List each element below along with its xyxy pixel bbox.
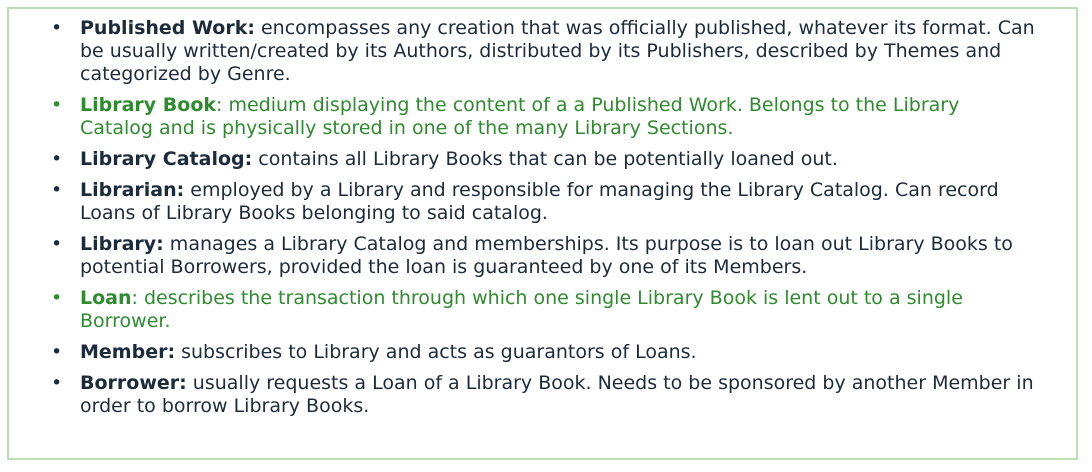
glossary-item-librarian: • Librarian: employed by a Library and r… [9,179,1076,225]
term-label: Librarian: [80,179,185,201]
definition-text: : describes the transaction through whic… [80,287,963,332]
glossary-item-published-work: • Published Work: encompasses any creati… [9,17,1076,86]
bullet-icon: • [51,287,63,309]
bullet-icon: • [51,341,63,363]
bullet-icon: • [51,372,63,394]
definition-text: usually requests a Loan of a Library Boo… [80,372,1034,417]
definition-text: subscribes to Library and acts as guaran… [175,341,697,363]
bullet-icon: • [51,17,63,39]
glossary-list: • Published Work: encompasses any creati… [9,17,1076,426]
bullet-icon: • [51,148,63,170]
glossary-item-member: • Member: subscribes to Library and acts… [9,341,1076,364]
bullet-icon: • [51,179,63,201]
definition-text: employed by a Library and responsible fo… [80,179,999,224]
term-label: Library Book [80,94,217,116]
glossary-item-loan: • Loan: describes the transaction throug… [9,287,1076,333]
term-label: Borrower: [80,372,187,394]
glossary-item-library: • Library: manages a Library Catalog and… [9,233,1076,279]
term-label: Library Catalog: [80,148,253,170]
bullet-icon: • [51,94,63,116]
definition-text: contains all Library Books that can be p… [252,148,838,170]
glossary-panel: • Published Work: encompasses any creati… [7,7,1078,460]
glossary-item-library-book: • Library Book: medium displaying the co… [9,94,1076,140]
glossary-item-borrower: • Borrower: usually requests a Loan of a… [9,372,1076,418]
bullet-icon: • [51,233,63,255]
term-label: Published Work: [80,17,255,39]
term-label: Library: [80,233,164,255]
glossary-item-library-catalog: • Library Catalog: contains all Library … [9,148,1076,171]
term-label: Member: [80,341,176,363]
definition-text: manages a Library Catalog and membership… [80,233,1013,278]
term-label: Loan [80,287,132,309]
